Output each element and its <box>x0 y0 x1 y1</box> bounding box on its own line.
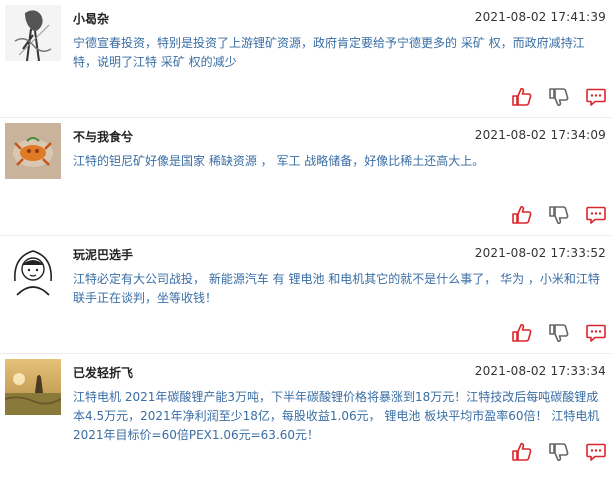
sunset-field-avatar <box>5 359 61 415</box>
comment-actions <box>512 88 606 106</box>
comment-item: 不与我食兮 2021-08-02 17:34:09 江特的钽尼矿好像是国家 稀缺… <box>0 118 611 236</box>
comment-actions <box>512 324 606 342</box>
timestamp: 2021-08-02 17:41:39 <box>474 10 606 24</box>
thumbs-down-icon[interactable] <box>549 443 569 461</box>
thumbs-down-icon[interactable] <box>549 206 569 224</box>
comment-item: 已发轻折飞 2021-08-02 17:33:34 江特电机 2021年碳酸锂产… <box>0 354 611 472</box>
username[interactable]: 小曷杂 <box>73 10 109 27</box>
sketch-woman-avatar <box>5 5 61 61</box>
comment-text: 江特必定有大公司战投， 新能源汽车 有 锂电池 和电机其它的就不是什么事了， 华… <box>73 272 600 305</box>
timestamp: 2021-08-02 17:33:52 <box>474 246 606 260</box>
comment-text: 江特电机 2021年碳酸锂产能3万吨，下半年碳酸锂价格将暴涨到18万元！江特技改… <box>73 390 600 442</box>
thumbs-up-icon[interactable] <box>512 206 532 224</box>
username[interactable]: 不与我食兮 <box>73 128 133 145</box>
thumbs-up-icon[interactable] <box>512 324 532 342</box>
cartoon-girl-avatar <box>5 241 61 297</box>
comment-text: 江特的钽尼矿好像是国家 稀缺资源 ， 军工 战略储备，好像比稀土还高大上。 <box>73 154 485 168</box>
thumbs-up-icon[interactable] <box>512 88 532 106</box>
timestamp: 2021-08-02 17:33:34 <box>474 364 606 378</box>
comment-actions <box>512 206 606 224</box>
comment-icon[interactable] <box>586 443 606 461</box>
timestamp: 2021-08-02 17:34:09 <box>474 128 606 142</box>
username[interactable]: 玩泥巴选手 <box>73 246 133 263</box>
comment-list: 小曷杂 2021-08-02 17:41:39 宁德宣春投资，特别是投资了上游锂… <box>0 0 611 472</box>
username[interactable]: 已发轻折飞 <box>73 364 133 381</box>
thumbs-up-icon[interactable] <box>512 443 532 461</box>
thumbs-down-icon[interactable] <box>549 88 569 106</box>
comment-item: 玩泥巴选手 2021-08-02 17:33:52 江特必定有大公司战投， 新能… <box>0 236 611 354</box>
comment-actions <box>512 443 606 461</box>
avatar[interactable] <box>5 241 61 297</box>
comment-icon[interactable] <box>586 324 606 342</box>
thumbs-down-icon[interactable] <box>549 324 569 342</box>
comment-item: 小曷杂 2021-08-02 17:41:39 宁德宣春投资，特别是投资了上游锂… <box>0 0 611 118</box>
comment-icon[interactable] <box>586 88 606 106</box>
avatar[interactable] <box>5 123 61 179</box>
avatar[interactable] <box>5 359 61 415</box>
avatar[interactable] <box>5 5 61 61</box>
comment-icon[interactable] <box>586 206 606 224</box>
comment-text: 宁德宣春投资，特别是投资了上游锂矿资源，政府肯定要给予宁德更多的 采矿 权，而政… <box>73 36 585 69</box>
crab-dish-avatar <box>5 123 61 179</box>
